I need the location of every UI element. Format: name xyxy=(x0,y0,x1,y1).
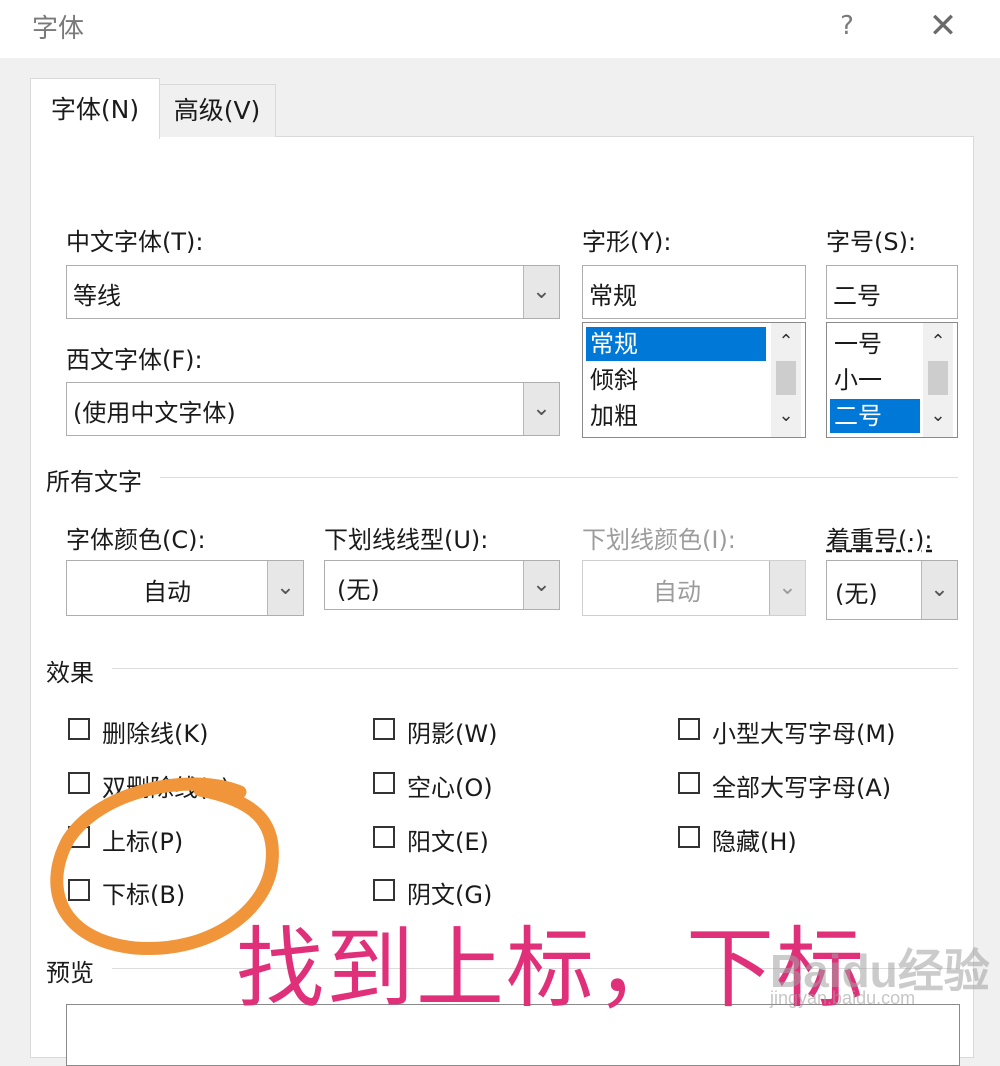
style-listbox[interactable]: 常规 倾斜 加粗 ⌃ ⌄ xyxy=(582,322,806,438)
list-item[interactable]: 倾斜 xyxy=(586,363,766,397)
watermark-url: jingyan.baidu.com xyxy=(770,988,916,1008)
tab-font[interactable]: 字体(N) xyxy=(30,78,160,139)
shadow-checkbox[interactable] xyxy=(373,718,395,740)
underline-color-value: 自动 xyxy=(653,578,701,606)
all-text-section-title: 所有文字 xyxy=(46,462,150,497)
underline-style-label: 下划线线型(U): xyxy=(324,526,489,554)
close-button[interactable]: ✕ xyxy=(925,6,961,46)
font-color-value: 自动 xyxy=(143,578,191,606)
all-caps-checkbox[interactable] xyxy=(678,772,700,794)
style-label: 字形(Y): xyxy=(582,228,672,256)
western-font-value: (使用中文字体) xyxy=(73,399,236,427)
emboss-label: 阳文(E) xyxy=(407,828,489,856)
underline-color-dropdown[interactable]: 自动 ⌄ xyxy=(582,560,806,616)
underline-style-value: (无) xyxy=(337,576,380,604)
chevron-up-icon[interactable]: ⌃ xyxy=(923,327,953,357)
chevron-down-icon[interactable]: ⌄ xyxy=(923,401,953,431)
emphasis-label: 着重号(·): xyxy=(826,526,933,554)
size-label: 字号(S): xyxy=(826,228,917,256)
section-separator xyxy=(160,477,958,478)
size-value: 二号 xyxy=(833,282,881,310)
style-scrollbar[interactable]: ⌃ ⌄ xyxy=(771,323,801,437)
section-separator xyxy=(112,668,958,669)
chinese-font-value: 等线 xyxy=(73,282,121,310)
strikethrough-checkbox[interactable] xyxy=(68,718,90,740)
underline-style-dropdown[interactable]: (无) ⌄ xyxy=(324,560,560,610)
list-item[interactable]: 常规 xyxy=(586,327,766,361)
list-item[interactable]: 一号 xyxy=(830,327,920,361)
western-font-combobox[interactable]: (使用中文字体) ⌄ xyxy=(66,382,560,436)
help-button[interactable]: ? xyxy=(832,6,862,46)
chevron-down-icon[interactable]: ⌄ xyxy=(771,401,801,431)
size-scrollbar[interactable]: ⌃ ⌄ xyxy=(923,323,953,437)
all-caps-label: 全部大写字母(A) xyxy=(712,774,892,802)
scrollbar-thumb[interactable] xyxy=(928,361,948,395)
emboss-checkbox[interactable] xyxy=(373,826,395,848)
list-item[interactable]: 小一 xyxy=(830,363,920,397)
list-item[interactable]: 二号 xyxy=(830,399,920,433)
outline-checkbox[interactable] xyxy=(373,772,395,794)
chevron-down-icon[interactable]: ⌄ xyxy=(523,266,559,318)
strikethrough-label: 删除线(K) xyxy=(102,720,209,748)
scrollbar-thumb[interactable] xyxy=(776,361,796,395)
list-item[interactable]: 加粗 xyxy=(586,399,766,433)
hidden-label: 隐藏(H) xyxy=(712,828,797,856)
size-input[interactable]: 二号 xyxy=(826,265,958,319)
chevron-down-icon[interactable]: ⌄ xyxy=(523,383,559,435)
small-caps-checkbox[interactable] xyxy=(678,718,700,740)
hidden-checkbox[interactable] xyxy=(678,826,700,848)
outline-label: 空心(O) xyxy=(407,774,493,802)
emphasis-dropdown[interactable]: (无) ⌄ xyxy=(826,560,958,620)
font-color-dropdown[interactable]: 自动 ⌄ xyxy=(66,560,304,616)
chinese-font-combobox[interactable]: 等线 ⌄ xyxy=(66,265,560,319)
tab-advanced[interactable]: 高级(V) xyxy=(158,84,276,137)
emphasis-value: (无) xyxy=(835,580,878,608)
chevron-down-icon[interactable]: ⌄ xyxy=(523,561,559,609)
style-input[interactable]: 常规 xyxy=(582,265,806,319)
western-font-label: 西文字体(F): xyxy=(66,346,203,374)
underline-color-label: 下划线颜色(I): xyxy=(582,526,736,554)
effects-section-title: 效果 xyxy=(46,653,102,688)
small-caps-label: 小型大写字母(M) xyxy=(712,720,896,748)
chevron-down-icon[interactable]: ⌄ xyxy=(921,561,957,619)
chevron-down-icon[interactable]: ⌄ xyxy=(267,561,303,615)
dialog-title: 字体 xyxy=(32,14,85,44)
style-value: 常规 xyxy=(589,282,637,310)
shadow-label: 阴影(W) xyxy=(407,720,498,748)
size-listbox[interactable]: 一号 小一 二号 ⌃ ⌄ xyxy=(826,322,958,438)
chinese-font-label: 中文字体(T): xyxy=(66,228,204,256)
font-color-label: 字体颜色(C): xyxy=(66,526,206,554)
chevron-down-icon[interactable]: ⌄ xyxy=(769,561,805,615)
chevron-up-icon[interactable]: ⌃ xyxy=(771,327,801,357)
